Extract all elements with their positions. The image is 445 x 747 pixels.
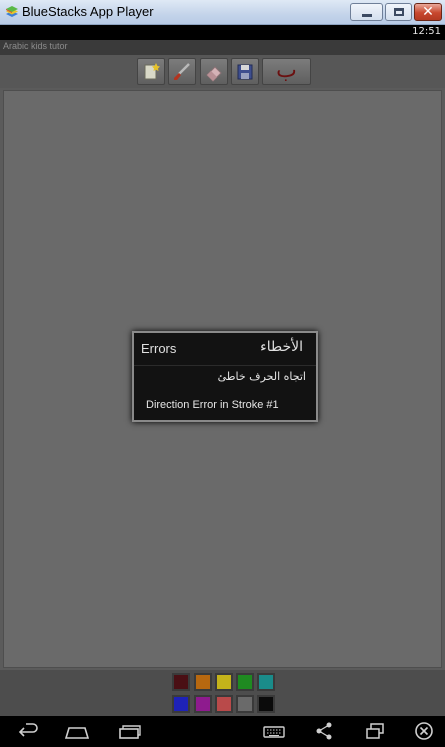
color-swatch[interactable] xyxy=(257,695,275,713)
close-app-icon[interactable] xyxy=(414,721,434,741)
color-swatch[interactable] xyxy=(257,673,275,691)
maximize-icon xyxy=(394,8,404,16)
android-statusbar: 12:51 xyxy=(0,25,445,40)
color-swatch[interactable] xyxy=(194,673,212,691)
status-clock: 12:51 xyxy=(412,26,441,37)
new-page-button[interactable] xyxy=(137,58,165,85)
bluestacks-logo-icon xyxy=(6,6,18,17)
drawing-toolbar: ب xyxy=(0,55,445,88)
app-titlebar: Arabic kids tutor xyxy=(0,40,445,55)
app-title: Arabic kids tutor xyxy=(3,41,68,51)
color-palette xyxy=(0,670,445,716)
dialog-message-en: Direction Error in Stroke #1 xyxy=(146,399,279,411)
color-swatch[interactable] xyxy=(172,673,190,691)
maximize-button[interactable] xyxy=(385,3,412,21)
color-swatch[interactable] xyxy=(172,695,190,713)
minimize-button[interactable] xyxy=(350,3,383,21)
errors-dialog[interactable]: Errors الأخطاء اتجاه الحرف خاطئ Directio… xyxy=(132,331,318,422)
color-swatch[interactable] xyxy=(215,673,233,691)
brush-button[interactable] xyxy=(168,58,196,85)
minimize-icon xyxy=(362,14,372,17)
close-icon: ✕ xyxy=(422,4,434,20)
dialog-message-ar: اتجاه الحرف خاطئ xyxy=(217,370,306,383)
eraser-button[interactable] xyxy=(200,58,228,85)
color-swatch[interactable] xyxy=(236,673,254,691)
dialog-title-ar: الأخطاء xyxy=(260,339,303,355)
current-letter: ب xyxy=(276,58,297,83)
rotate-screen-icon[interactable] xyxy=(364,721,386,741)
brush-icon xyxy=(174,63,190,80)
share-icon[interactable] xyxy=(314,721,334,741)
eraser-icon xyxy=(206,66,222,82)
close-window-button[interactable]: ✕ xyxy=(414,3,442,21)
color-swatch[interactable] xyxy=(215,695,233,713)
color-swatch[interactable] xyxy=(194,695,212,713)
letter-select-button[interactable]: ب xyxy=(262,58,311,85)
home-icon[interactable] xyxy=(64,721,90,741)
back-icon[interactable] xyxy=(16,721,40,741)
save-button[interactable] xyxy=(231,58,259,85)
new-page-icon xyxy=(144,63,160,80)
color-swatch[interactable] xyxy=(236,695,254,713)
dialog-title-en: Errors xyxy=(141,341,177,356)
window-title: BlueStacks App Player xyxy=(22,4,154,19)
bluestacks-window: BlueStacks App Player ✕ 12:51 Arabic kid… xyxy=(0,0,445,747)
recent-apps-icon[interactable] xyxy=(117,721,143,741)
dialog-header: Errors الأخطاء xyxy=(134,333,316,366)
keyboard-icon[interactable] xyxy=(262,721,286,741)
save-icon xyxy=(237,64,253,80)
android-navbar xyxy=(0,716,445,747)
window-titlebar[interactable]: BlueStacks App Player ✕ xyxy=(0,0,445,25)
